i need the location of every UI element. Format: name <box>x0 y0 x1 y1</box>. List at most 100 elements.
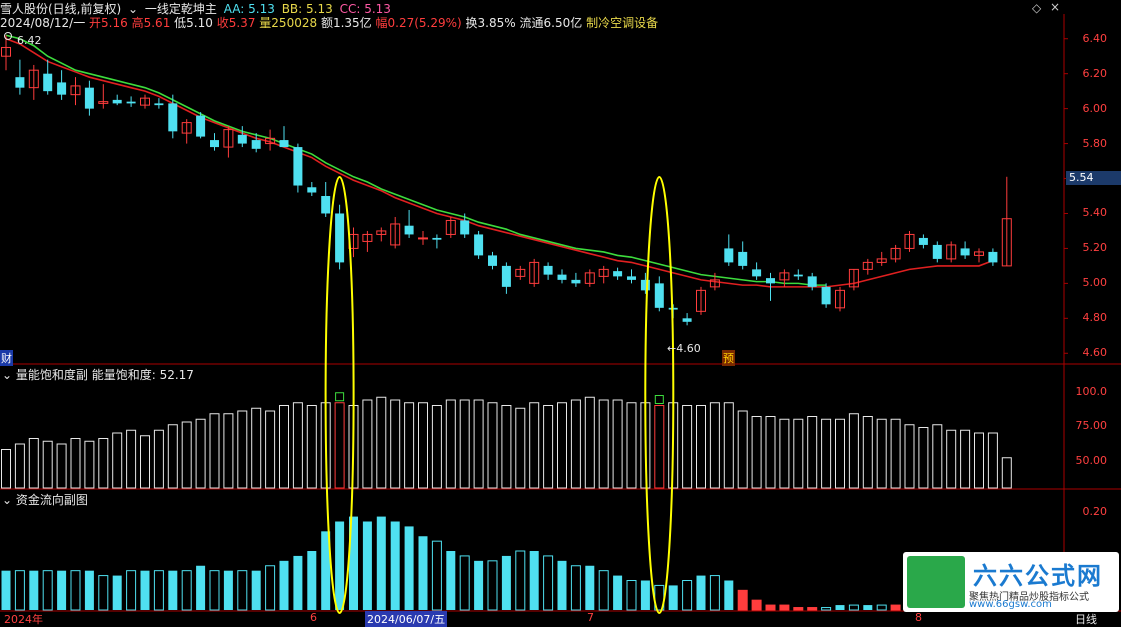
volume-bar <box>709 402 720 489</box>
year-label: 2024年 <box>4 613 43 626</box>
flow-bar <box>765 604 776 611</box>
flow-bar <box>237 570 248 611</box>
candle-body <box>432 237 442 240</box>
volume-bar <box>431 405 442 489</box>
volume-bar <box>584 396 595 489</box>
price-tick-label: 4.60 <box>1082 346 1108 360</box>
flow-bar <box>626 580 637 611</box>
flow-bar <box>390 521 400 610</box>
candle-body <box>474 234 484 256</box>
volume-bar <box>654 405 665 489</box>
volume-marker <box>654 395 664 404</box>
logo-mark-icon <box>907 556 965 608</box>
volume-bar <box>181 421 192 489</box>
flow-panel-title[interactable]: 资金流向副图 <box>16 493 88 507</box>
candle-body <box>613 271 623 277</box>
volume-bar <box>987 432 998 489</box>
volume-bar <box>209 413 220 489</box>
flow-bar <box>696 575 706 610</box>
candle-body <box>84 87 94 109</box>
flow-bar <box>57 570 67 610</box>
candle-body <box>210 140 219 148</box>
flow-bar <box>126 570 137 611</box>
flow-bar <box>446 551 456 610</box>
flow-bar <box>140 570 150 610</box>
candle-body <box>251 140 261 149</box>
volume-bar <box>292 402 303 489</box>
logo-url: www.66gsw.com <box>969 599 1052 610</box>
volume-bar <box>404 402 415 489</box>
cai-badge[interactable]: 财 <box>0 350 13 366</box>
volume-bar <box>682 405 693 489</box>
flow-bar <box>529 551 539 610</box>
volume-bar <box>515 407 526 489</box>
volume-bar <box>70 438 81 489</box>
volume-tick-label: 100.0 <box>1075 384 1108 398</box>
volume-bar <box>529 402 540 489</box>
volume-bar <box>723 402 734 489</box>
panel-dropdown-icon[interactable]: ⌄ <box>2 493 12 507</box>
candle-body <box>460 220 470 235</box>
flow-bar <box>251 570 261 610</box>
volume-bar <box>807 416 818 489</box>
candle-body <box>571 279 581 284</box>
candle-body <box>404 225 414 235</box>
flow-bar <box>42 570 53 611</box>
volume-bar <box>751 416 762 489</box>
panel-dropdown-icon[interactable]: ⌄ <box>2 368 12 382</box>
price-tick-label: 5.40 <box>1082 206 1108 220</box>
flow-bar <box>279 560 289 610</box>
volume-panel-header: ⌄ 量能饱和度副 能量饱和度: 52.17 <box>2 366 194 383</box>
candle-body <box>932 244 942 259</box>
volume-bar <box>765 416 776 489</box>
candle-body <box>501 265 511 287</box>
flow-bar <box>613 575 623 610</box>
flow-bar <box>890 604 901 611</box>
volume-bar <box>112 432 123 489</box>
volume-bar <box>223 413 234 489</box>
candle-body <box>57 82 67 95</box>
flow-bar <box>335 521 345 610</box>
kline-chart[interactable] <box>0 0 1121 626</box>
date-axis[interactable]: 2024年 6 2024/06/07/五 7 8 日线 <box>0 611 1121 627</box>
yu-badge[interactable]: 预 <box>722 350 735 366</box>
candle-body <box>321 196 331 214</box>
volume-bar <box>626 402 637 489</box>
volume-bar <box>557 402 567 489</box>
volume-bar <box>821 418 832 489</box>
flow-bar <box>153 570 164 611</box>
flow-bar <box>98 575 109 611</box>
volume-bar <box>334 402 345 489</box>
flow-bar <box>459 555 470 611</box>
flow-bar <box>181 570 192 611</box>
candle-body <box>307 187 317 193</box>
flow-bar <box>793 607 804 611</box>
candle-body <box>821 286 831 305</box>
volume-panel-title[interactable]: 量能饱和度副 <box>16 368 88 382</box>
volume-panel-value: 能量饱和度: 52.17 <box>91 368 194 382</box>
candle-body <box>488 255 497 266</box>
volume-bar <box>42 440 53 489</box>
volume-bar <box>946 429 957 489</box>
flow-bar <box>168 570 178 610</box>
low-price-label: 4.60 <box>676 342 701 355</box>
candle-body <box>807 276 817 287</box>
volume-bar <box>612 399 623 489</box>
flow-tick-label: 0.20 <box>1082 504 1108 518</box>
flow-bar <box>70 570 81 611</box>
period-label[interactable]: 日线 <box>1075 611 1097 627</box>
flow-bar <box>376 516 386 610</box>
month-7-label: 7 <box>587 611 594 624</box>
volume-bar <box>835 418 845 489</box>
volume-bar <box>14 443 25 489</box>
start-price-label: 6.42 <box>17 34 42 47</box>
candle-body <box>237 134 247 144</box>
volume-bar <box>598 399 609 489</box>
volume-bar <box>737 410 748 489</box>
flow-bar <box>863 605 873 610</box>
candle-body <box>627 276 636 280</box>
flow-bar <box>682 580 693 611</box>
flow-bar <box>557 560 567 610</box>
candle-body <box>112 99 122 104</box>
volume-bar <box>960 429 971 489</box>
